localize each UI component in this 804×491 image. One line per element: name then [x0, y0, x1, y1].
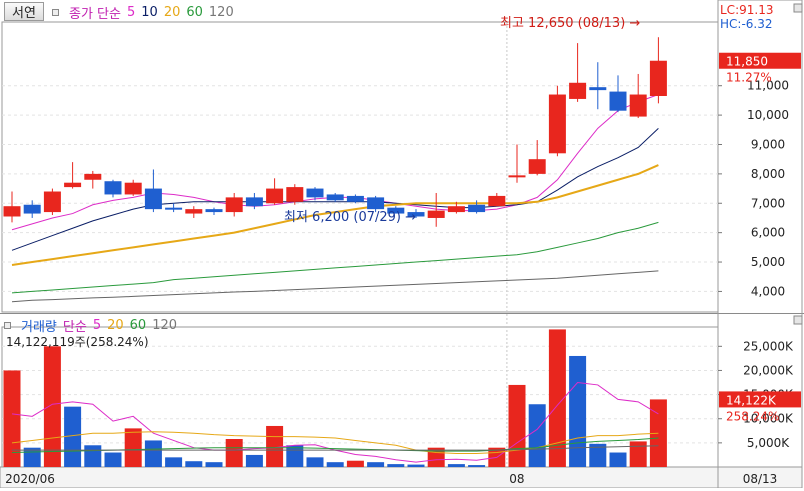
x-tick-label: 08: [509, 472, 524, 486]
candle-body: [286, 187, 304, 202]
candle-body: [23, 204, 41, 214]
volume-current: 14,122,119주(258.24%): [6, 335, 149, 349]
candle-body: [84, 173, 102, 180]
candle-body: [245, 197, 263, 207]
volume-bar: [407, 464, 425, 467]
volume-bar: [508, 384, 526, 467]
candle-body: [447, 206, 465, 213]
lc-label: LC:91.13: [720, 3, 774, 17]
price-tick-label: 9,000: [751, 137, 785, 151]
candle-body: [266, 188, 284, 204]
legend-marker-icon[interactable]: [52, 9, 59, 16]
volume-tick-label: 25,000K: [743, 339, 794, 353]
volume-bar: [205, 462, 223, 467]
candle-body: [649, 60, 667, 96]
ma-type-label: 종가 단순: [69, 7, 121, 22]
candle-body: [165, 207, 183, 210]
volume-bar: [569, 355, 587, 467]
candle-body: [629, 94, 647, 117]
price-tick-label: 4,000: [751, 284, 785, 298]
volume-bar: [165, 457, 183, 467]
volume-bar: [609, 452, 627, 467]
price-tick-label: 6,000: [751, 226, 785, 240]
volume-bar: [629, 441, 647, 467]
volume-bar: [124, 428, 142, 467]
volume-bar: [104, 452, 122, 467]
volume-bar: [306, 457, 324, 467]
ma5-label[interactable]: 5: [127, 5, 135, 20]
candle-body: [346, 195, 364, 202]
candle-body: [468, 204, 486, 213]
candle-body: [124, 182, 142, 195]
vol-ma60-label[interactable]: 60: [130, 318, 147, 333]
volume-bar: [528, 404, 546, 467]
candle-body: [306, 188, 324, 198]
price-legend: 종가 단순 5 10 20 60 120: [52, 3, 234, 22]
price-tick-label: 8,000: [751, 167, 785, 181]
price-panel-frame: [1, 21, 719, 313]
volume-bar: [346, 460, 364, 467]
volume-bar: [144, 440, 162, 467]
candle-body: [3, 206, 21, 217]
price-tick-label: 5,000: [751, 255, 785, 269]
candle-body: [225, 197, 243, 213]
volume-tick-label: 20,000K: [743, 363, 794, 377]
candle-body: [104, 181, 122, 195]
volume-bar: [225, 439, 243, 467]
low-annotation: 최저 6,200 (07/29) →: [284, 210, 417, 225]
volume-marker-icon[interactable]: [4, 322, 11, 329]
volume-bar: [367, 462, 385, 467]
stock-chart: 4,0005,0006,0007,0008,0009,00010,00011,0…: [0, 0, 804, 489]
ma120-label[interactable]: 120: [209, 5, 234, 20]
price-badge-value: 11,850: [726, 55, 768, 69]
stock-name-button[interactable]: 서연: [4, 2, 44, 21]
candle-body: [43, 191, 61, 213]
volume-tick-label: 5,000K: [747, 436, 790, 450]
ma60-label[interactable]: 60: [186, 5, 203, 20]
ma20-label[interactable]: 20: [164, 5, 181, 20]
volume-badge-change: 258.24%: [726, 409, 779, 423]
panel-close-icon[interactable]: [793, 315, 803, 325]
x-tick-label: 08/13: [743, 472, 778, 486]
ma10-label[interactable]: 10: [141, 5, 158, 20]
candle-body: [185, 209, 203, 214]
candle-body: [589, 87, 607, 91]
volume-bar: [468, 465, 486, 467]
panel-close-icon[interactable]: [793, 3, 803, 13]
volume-bar: [245, 454, 263, 467]
volume-bar: [286, 445, 304, 467]
candle-body: [609, 91, 627, 111]
hc-label: HC:-6.32: [720, 17, 773, 31]
vol-ma120-label[interactable]: 120: [152, 318, 177, 333]
volume-bar: [84, 445, 102, 467]
volume-bar: [387, 464, 405, 467]
price-tick-label: 7,000: [751, 196, 785, 210]
candle-body: [569, 82, 587, 99]
vol-ma20-label[interactable]: 20: [107, 318, 124, 333]
candle-body: [427, 210, 445, 218]
volume-bar: [185, 461, 203, 467]
chart-window: 4,000 5,000 6,000 7,000 8,000 9,000 10,000 11,0…: [0, 0, 804, 489]
candle-body: [488, 195, 506, 207]
volume-bar: [326, 462, 344, 467]
candle-body: [528, 159, 546, 174]
volume-bar: [447, 464, 465, 467]
candle-body: [144, 188, 162, 210]
x-axis-frame: [0, 466, 719, 489]
candle-body: [326, 194, 344, 201]
candle-body: [548, 94, 566, 154]
high-annotation: 최고 12,650 (08/13) →: [500, 16, 641, 31]
volume-badge-value: 14,122K: [726, 393, 777, 407]
price-badge-change: 11.27%: [726, 71, 772, 85]
price-tick-label: 10,000: [747, 108, 789, 122]
x-tick-label: 2020/06: [5, 472, 55, 486]
volume-bar: [43, 346, 61, 467]
candle-body: [64, 182, 82, 188]
vol-ma5-label[interactable]: 5: [93, 318, 101, 333]
candle-body: [205, 209, 223, 213]
candle-body: [508, 175, 526, 178]
